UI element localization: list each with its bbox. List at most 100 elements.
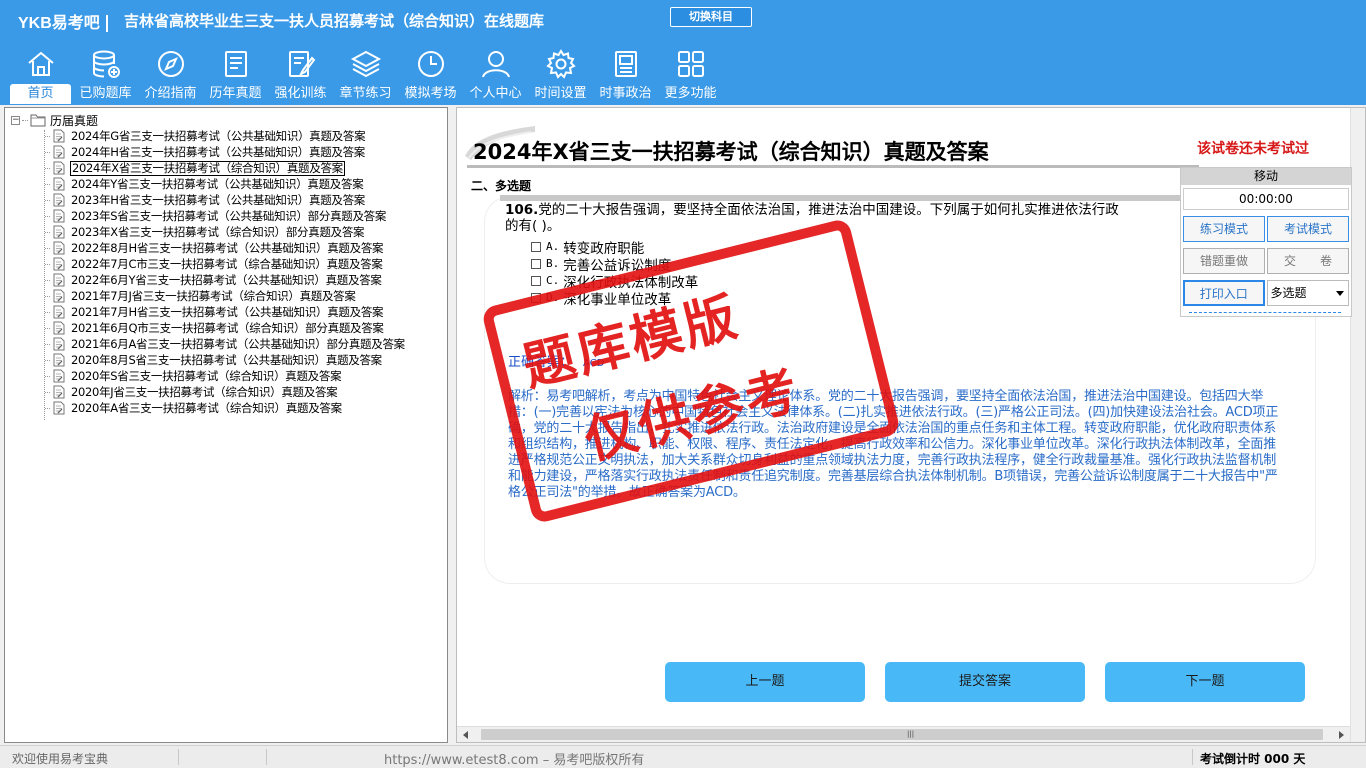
option-c[interactable]: C. 深化行政执法体制改革 [531,272,698,291]
tree-connector [45,279,50,281]
document-icon [53,177,65,191]
option-letter: D. [546,291,560,304]
horizontal-scrollbar[interactable]: ||| [457,726,1350,742]
tree-item[interactable]: 2023年X省三支一扶招募考试（综合知识）部分真题及答案 [45,224,406,240]
exam-status: 该试卷还未考试过 [1197,141,1309,157]
tree-item[interactable]: 2020年A省三支一扶招募考试（综合知识）真题及答案 [45,400,406,416]
brand-divider [105,15,108,33]
grid-icon [677,51,704,77]
tree-connector [45,135,50,137]
submit-paper-button[interactable]: 交 卷 [1267,248,1349,274]
submit-answer-button[interactable]: 提交答案 [885,662,1085,702]
nav-intensive[interactable]: 强化训练 [268,46,333,104]
question-number: 106. [505,202,539,218]
prev-question-button[interactable]: 上一题 [665,662,865,702]
nav-more[interactable]: 更多功能 [658,46,723,104]
practice-mode-button[interactable]: 练习模式 [1183,216,1265,242]
tree-item[interactable]: 2021年7月J省三支一扶招募考试（综合知识）真题及答案 [45,288,406,304]
answer-value: ACD [583,358,605,369]
tree-item[interactable]: 2021年7月H省三支一扶招募考试（公共基础知识）真题及答案 [45,304,406,320]
tree-collapse-toggle[interactable]: − [11,115,20,125]
panel-move-handle[interactable]: 移动 [1181,168,1351,185]
option-checkbox[interactable] [531,241,541,252]
tree-item-label: 2021年6月A省三支一扶招募考试（公共基础知识）部分真题及答案 [71,337,405,351]
tree-connector [22,119,28,121]
question-type-select[interactable]: 多选题 [1266,280,1349,306]
tree-item[interactable]: 2023年H省三支一扶招募考试（公共基础知识）真题及答案 [45,192,406,208]
document-list-icon [224,51,247,77]
panel-resize-handle[interactable] [1189,312,1341,314]
status-divider [266,749,267,765]
exam-mode-button[interactable]: 考试模式 [1267,216,1349,242]
nav-profile[interactable]: 个人中心 [463,46,528,104]
tree-item-label: 2024年G省三支一扶招募考试（公共基础知识）真题及答案 [71,129,366,143]
tree-item[interactable]: 2021年6月Q市三支一扶招募考试（综合知识）部分真题及答案 [45,320,406,336]
document-icon [53,305,65,319]
tree-item-label: 2024年H省三支一扶招募考试（公共基础知识）真题及答案 [71,145,366,159]
option-list: A. 转变政府职能 B. 完善公益诉讼制度 C. 深化行政执法体制改革 D. 深化事业单… [531,238,698,308]
nav-guide[interactable]: 介绍指南 [138,46,203,104]
vertical-scrollbar[interactable] [1350,108,1365,742]
folder-icon [30,114,46,127]
tree-root[interactable]: − 历届真题 [11,112,98,128]
document-icon [53,337,65,351]
database-icon [92,50,120,78]
nav-mock-exam[interactable]: 模拟考场 [398,46,463,104]
brand-name: YKB易考吧 [18,15,100,32]
print-entry-button[interactable]: 打印入口 [1183,280,1265,306]
nav-home[interactable]: 首页 [8,46,73,104]
tree-item[interactable]: 2020年J省三支一扶招募考试（综合知识）真题及答案 [45,384,406,400]
scroll-thumb[interactable] [481,729,1323,740]
nav-past-papers[interactable]: 历年真题 [203,46,268,104]
tree-connector [45,247,50,249]
exam-timer: 00:00:00 [1183,188,1349,210]
action-row: 错题重做 交 卷 [1183,248,1349,274]
option-checkbox[interactable] [531,258,541,269]
news-icon [614,51,637,77]
switch-subject-button[interactable]: 切换科目 [670,7,752,27]
tree-connector [45,375,50,377]
nav-chapter[interactable]: 章节练习 [333,46,398,104]
tree-list: 2024年G省三支一扶招募考试（公共基础知识）真题及答案 2024年H省三支一扶招… [45,128,406,416]
next-question-button[interactable]: 下一题 [1105,662,1305,702]
nav-purchased[interactable]: 已购题库 [73,46,138,104]
option-checkbox[interactable] [531,292,541,303]
tree-item[interactable]: 2022年8月H省三支一扶招募考试（公共基础知识）真题及答案 [45,240,406,256]
nav-time-settings[interactable]: 时间设置 [528,46,593,104]
option-a[interactable]: A. 转变政府职能 [531,238,698,257]
nav-current-affairs[interactable]: 时事政治 [593,46,658,104]
tree-item[interactable]: 2023年S省三支一扶招募考试（公共基础知识）部分真题及答案 [45,208,406,224]
tree-item[interactable]: 2024年G省三支一扶招募考试（公共基础知识）真题及答案 [45,128,406,144]
tree-root-label: 历届真题 [50,113,99,128]
tree-item[interactable]: 2021年6月A省三支一扶招募考试（公共基础知识）部分真题及答案 [45,336,406,352]
option-checkbox[interactable] [531,275,541,286]
paper-title: 2024年X省三支一扶招募考试（综合知识）真题及答案 [473,140,989,164]
tree-item[interactable]: 2020年S省三支一扶招募考试（综合知识）真题及答案 [45,368,406,384]
tree-item[interactable]: 2022年7月C市三支一扶招募考试（综合基础知识）真题及答案 [45,256,406,272]
tree-connector [45,343,50,345]
scroll-left-icon[interactable] [463,731,468,739]
main-nav: 首页 已购题库 介绍指南 历年真题 强化训练 章节练习 模拟考场 个人中心 时间… [8,46,723,104]
tree-item[interactable]: 2024年H省三支一扶招募考试（公共基础知识）真题及答案 [45,144,406,160]
tree-item-label: 2023年S省三支一扶招募考试（公共基础知识）部分真题及答案 [71,209,387,223]
tree-item[interactable]: 2024年Y省三支一扶招募考试（公共基础知识）真题及答案 [45,176,406,192]
clock-icon [417,51,444,77]
question-card-topbar [500,195,1190,201]
wrong-redo-button[interactable]: 错题重做 [1183,248,1265,274]
scroll-right-icon[interactable] [1339,731,1344,739]
tree-item-label: 2022年6月Y省三支一扶招募考试（公共基础知识）真题及答案 [71,273,382,287]
paper-tree-panel: − 历届真题 2024年G省三支一扶招募考试（公共基础知识）真题及答案 2024年… [4,107,448,743]
option-d[interactable]: D. 深化事业单位改革 [531,289,698,308]
option-b[interactable]: B. 完善公益诉讼制度 [531,255,698,274]
nav-home-label: 首页 [10,84,71,104]
option-text: 深化事业单位改革 [563,291,672,308]
home-icon [27,51,54,76]
tree-item-label: 2024年X省三支一扶招募考试（综合知识）真题及答案 [70,160,345,176]
document-icon [53,145,65,159]
tree-item[interactable]: 2024年X省三支一扶招募考试（综合知识）真题及答案 [45,160,406,176]
document-icon [53,321,65,335]
tree-item-label: 2022年7月C市三支一扶招募考试（综合基础知识）真题及答案 [71,257,383,271]
tree-item[interactable]: 2020年8月S省三支一扶招募考试（公共基础知识）真题及答案 [45,352,406,368]
tree-item[interactable]: 2022年6月Y省三支一扶招募考试（公共基础知识）真题及答案 [45,272,406,288]
status-bar: 欢迎使用易考宝典 https://www.etest8.com – 易考吧版权所… [0,745,1366,768]
